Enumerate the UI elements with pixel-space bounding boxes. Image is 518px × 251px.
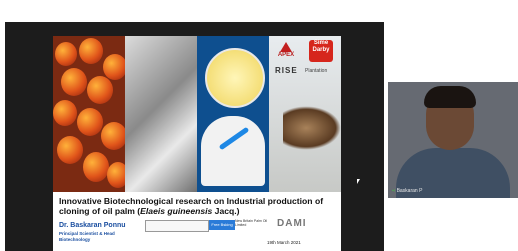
- participant-hair: [424, 86, 476, 108]
- oil-palm-fruit-image: [53, 36, 125, 192]
- slide-date: 19th March 2021: [267, 240, 301, 245]
- org-text: New Britain Palm Oil Limited: [235, 219, 268, 227]
- presentation-slide: APEX Sime Darby RISE Plantation Innovati…: [53, 36, 341, 251]
- participant-name-tag: ▪ı Baskaran P: [392, 188, 423, 194]
- owl-image: APEX Sime Darby RISE Plantation: [269, 36, 341, 192]
- rise-logo: RISE: [275, 66, 298, 75]
- register-input: [145, 220, 209, 232]
- apex-logo: APEX: [273, 42, 299, 62]
- bioreactor-image: [125, 36, 197, 192]
- slide-title: Innovative Biotechnological research on …: [59, 196, 324, 216]
- plantation-label: Plantation: [305, 68, 328, 74]
- presenter-name: Dr. Baskaran Ponnu: [59, 222, 126, 229]
- presenter-role: Principal Scientist & Head Biotechnology: [59, 231, 115, 242]
- participant-video-tile[interactable]: ▪ı Baskaran P: [388, 82, 518, 198]
- shared-screen: APEX Sime Darby RISE Plantation Innovati…: [5, 22, 384, 251]
- dami-logo: DAMI: [277, 218, 307, 229]
- register-button: Free Bsking: [209, 220, 235, 230]
- owl-bird: [283, 106, 341, 150]
- sime-darby-logo: Sime Darby: [309, 40, 333, 62]
- petri-dish-image: [197, 36, 269, 192]
- top-bar: [0, 0, 518, 10]
- mouse-cursor-icon: [357, 179, 360, 184]
